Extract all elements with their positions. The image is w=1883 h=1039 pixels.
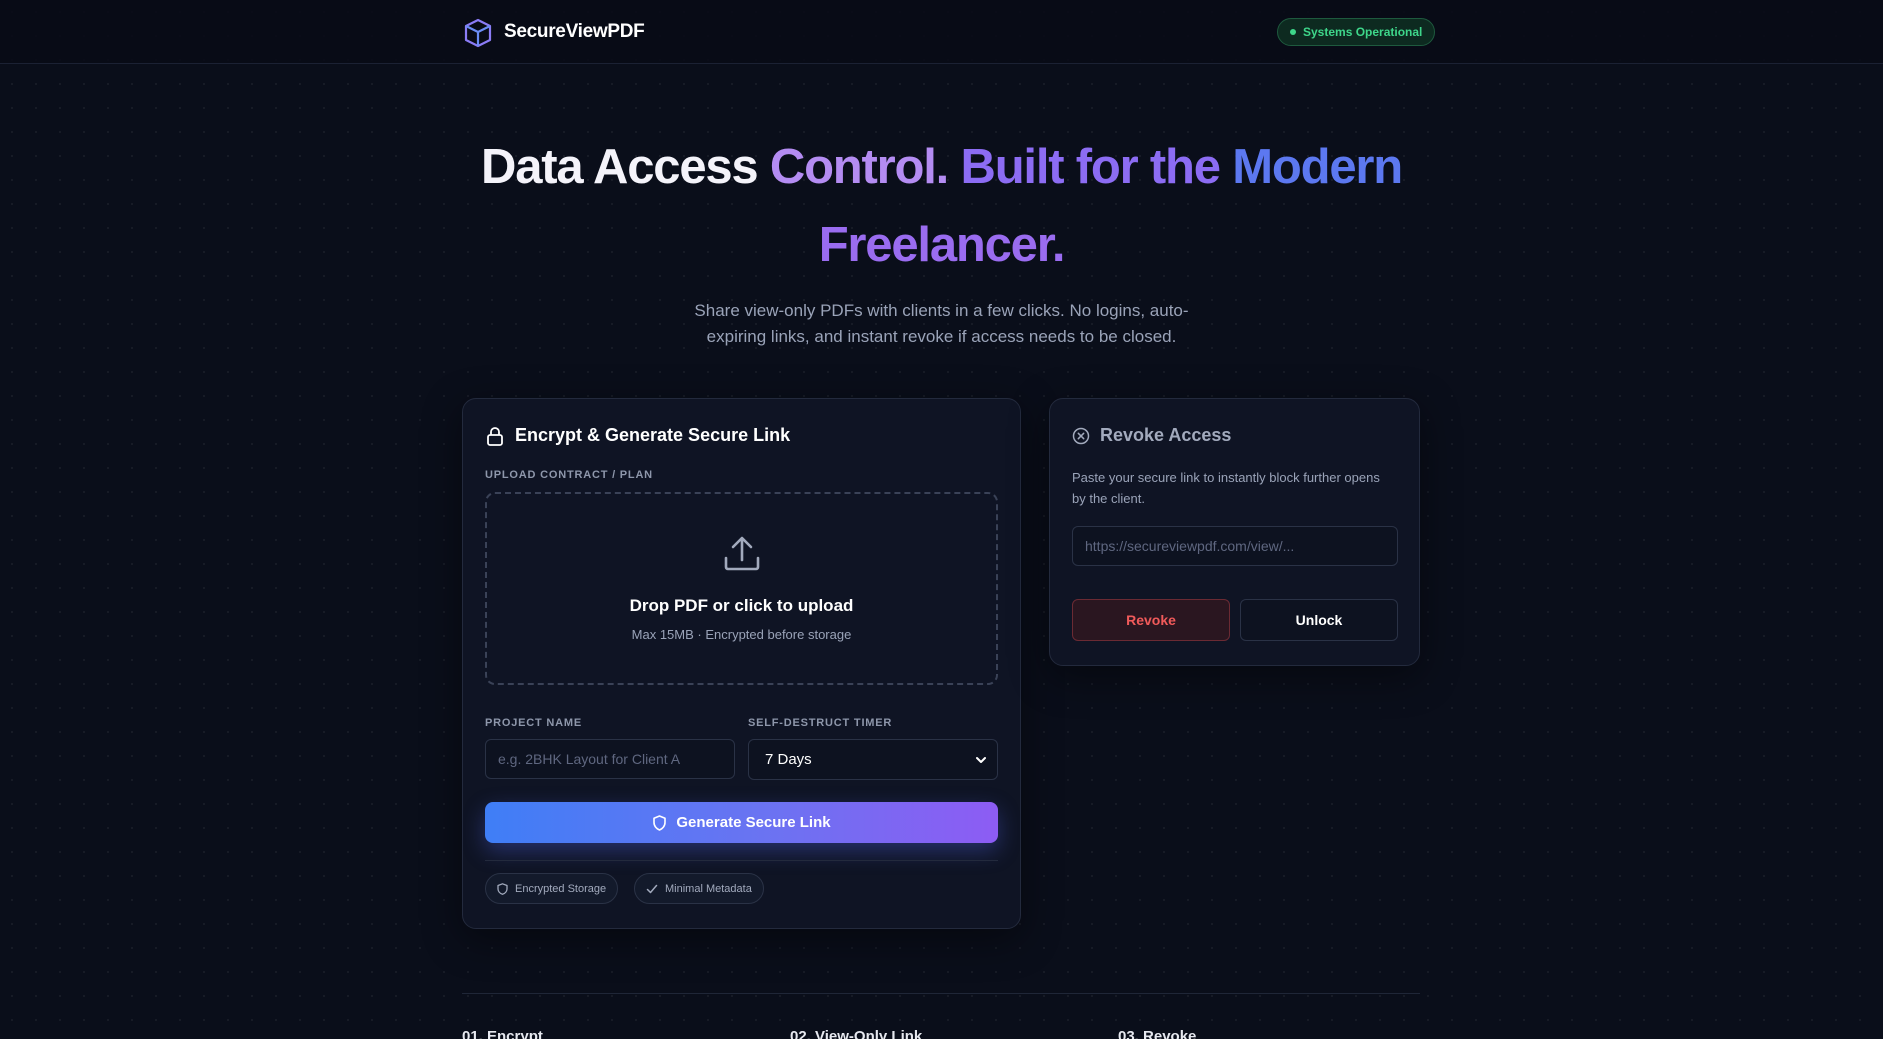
minimal-metadata-chip: Minimal Metadata [634,873,764,904]
step-view-only-link: 02. View-Only Link [790,1028,923,1039]
hero-title: Data Access Control. Built for the Moder… [0,128,1883,284]
steps-divider [462,993,1420,994]
upload-icon [724,536,760,571]
project-name-label: PROJECT NAME [485,717,582,729]
box-icon [464,18,492,48]
shield-icon [653,814,667,831]
status-badge: Systems Operational [1277,18,1436,46]
secure-link-input[interactable] [1072,526,1398,566]
revoke-card: Revoke Access Paste your secure link to … [1049,398,1420,666]
revoke-button[interactable]: Revoke [1072,599,1230,641]
timer-label: SELF-DESTRUCT TIMER [748,717,893,729]
status-dot-icon [1290,29,1296,35]
chevron-down-icon [976,757,986,763]
encrypt-card-title-text: Encrypt & Generate Secure Link [515,425,791,445]
shield-icon [497,882,508,895]
app-name: SecureViewPDF [504,21,645,42]
hero-title-part: Control. [769,140,949,194]
project-name-input[interactable] [485,739,735,779]
hero-title-part: Built for the [948,140,1233,194]
lock-icon [487,426,503,446]
revoke-card-title: Revoke Access [1072,425,1231,446]
dropzone-title: Drop PDF or click to upload [629,596,854,615]
step-encrypt: 01. Encrypt [462,1028,543,1039]
hero-title-part: Data Access [481,140,770,194]
chip-label: Minimal Metadata [665,882,752,895]
hero-title-part: Freelancer. [818,218,1066,272]
pdf-dropzone[interactable]: Drop PDF or click to upload Max 15MB · E… [485,492,998,685]
encrypted-storage-chip: Encrypted Storage [485,873,619,904]
encrypt-card: Encrypt & Generate Secure Link UPLOAD CO… [462,398,1021,929]
status-text: Systems Operational [1303,25,1423,39]
generate-link-label: Generate Secure Link [676,814,831,831]
hero-subtitle: Share view-only PDFs with clients in a f… [694,301,1189,346]
revoke-card-title-text: Revoke Access [1100,425,1232,445]
timer-select[interactable]: 7 Days [748,739,998,780]
chip-label: Encrypted Storage [515,882,607,895]
top-navigation-bar: SecureViewPDF Systems Operational [0,0,1883,64]
card-divider [485,860,998,861]
brand[interactable]: SecureViewPDF [462,16,645,48]
generate-link-button[interactable]: Generate Secure Link [485,802,998,843]
timer-select-value: 7 Days [765,751,812,768]
hero-title-part: Modern [1232,140,1403,194]
upload-label: UPLOAD CONTRACT / PLAN [485,469,653,481]
step-revoke: 03. Revoke [1118,1028,1197,1039]
x-circle-icon [1072,427,1090,444]
encrypt-card-title: Encrypt & Generate Secure Link [485,425,790,446]
revoke-description: Paste your secure link to instantly bloc… [1072,470,1380,506]
check-icon [646,884,658,893]
dropzone-subtitle: Max 15MB · Encrypted before storage [631,627,852,642]
unlock-button[interactable]: Unlock [1240,599,1398,641]
